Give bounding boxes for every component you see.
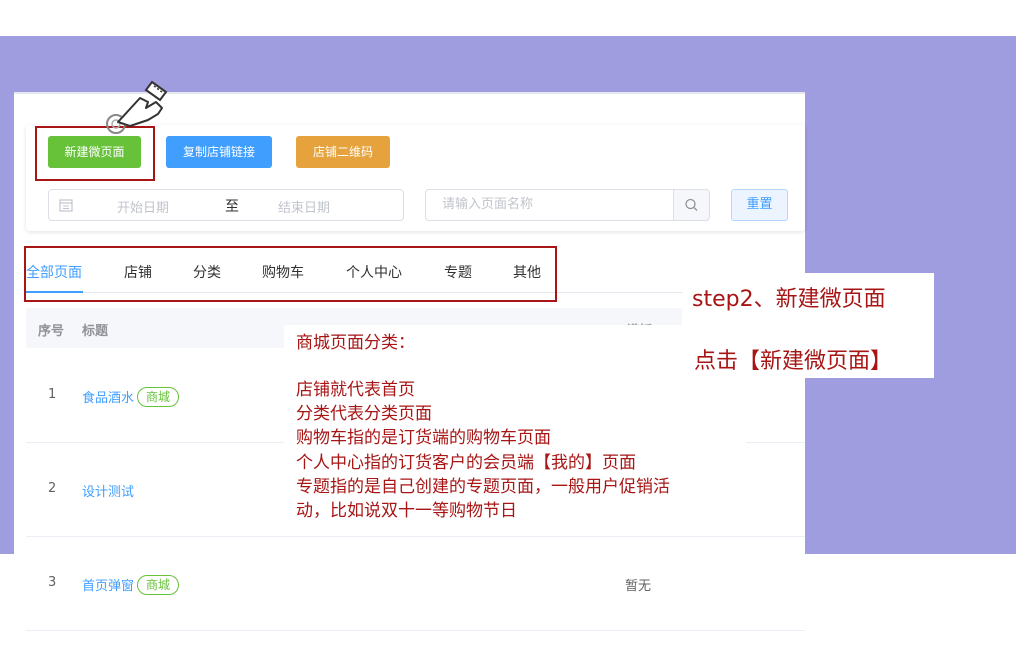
reset-button[interactable]: 重置 [731, 189, 788, 221]
calendar-icon [59, 199, 73, 212]
search-icon [685, 198, 698, 211]
note-line: 购物车指的是订货端的购物车页面 [296, 428, 551, 448]
search-button[interactable] [673, 189, 710, 221]
note-line: 商城页面分类： [296, 333, 415, 353]
hand-pointer-icon [106, 80, 168, 134]
copy-shop-link-button[interactable]: 复制店铺链接 [166, 136, 272, 168]
note-line: 店铺就代表首页 [296, 380, 415, 400]
date-separator: 至 [225, 199, 239, 215]
note-line: 专题指的是自己创建的专题页面，一般用户促销活 [296, 477, 670, 497]
row-title-link[interactable]: 首页弹窗 商城 [82, 575, 180, 595]
row-index: 3 [48, 575, 57, 590]
start-date-input[interactable]: 开始日期 [117, 197, 169, 216]
note-line: 分类代表分类页面 [296, 404, 432, 424]
column-header-title: 标题 [82, 324, 109, 339]
mall-tag: 商城 [137, 387, 180, 407]
row-title-link[interactable]: 设计测试 [82, 481, 134, 500]
row-title-link[interactable]: 食品酒水 商城 [82, 387, 180, 407]
date-range-picker[interactable]: 开始日期 至 结束日期 [48, 189, 404, 221]
column-header-index: 序号 [38, 324, 65, 339]
shop-qr-code-button[interactable]: 店铺二维码 [296, 136, 390, 168]
highlight-tabs-box [24, 246, 557, 302]
note-line: 动，比如说双十一等购物节日 [296, 501, 517, 521]
step-instruction: 点击【新建微页面】 [694, 349, 893, 374]
table-row: 3 首页弹窗 商城 暂无 [26, 536, 805, 631]
step-title: step2、新建微页面 [692, 287, 886, 312]
page-name-search-input[interactable]: 请输入页面名称 [425, 189, 673, 221]
note-line: 个人中心指的订货客户的会员端【我的】页面 [296, 453, 636, 473]
end-date-input[interactable]: 结束日期 [278, 197, 330, 216]
row-template: 暂无 [625, 579, 652, 594]
row-index: 2 [48, 481, 57, 496]
row-index: 1 [48, 387, 57, 402]
mall-tag: 商城 [137, 575, 180, 595]
